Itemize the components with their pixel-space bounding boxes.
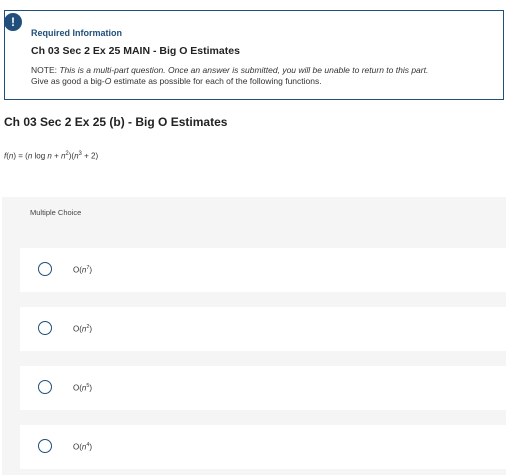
multiple-choice-label: Multiple Choice: [30, 208, 82, 217]
radio-button-icon[interactable]: [38, 439, 52, 453]
multiple-choice-panel: Multiple Choice O(n7) O(n2) O(n5) O(n4): [2, 197, 506, 475]
note-line2-a: Give as good a big-: [31, 76, 105, 86]
formula-tail: + 2): [81, 151, 99, 161]
choice-option-2[interactable]: O(n2): [20, 307, 506, 351]
function-formula: f(n) = (n log n + n2)(n3 + 2): [4, 151, 98, 161]
radio-button-icon[interactable]: [38, 380, 52, 394]
info-title: Ch 03 Sec 2 Ex 25 MAIN - Big O Estimates: [31, 45, 240, 57]
opt2-prefix: O(: [73, 324, 82, 334]
radio-button-icon[interactable]: [38, 262, 52, 276]
exclamation-icon: !: [4, 13, 22, 31]
required-info-box: ! Required Information Ch 03 Sec 2 Ex 25…: [4, 10, 504, 100]
opt1-prefix: O(: [73, 265, 82, 275]
choice-text-2: O(n2): [73, 324, 92, 334]
opt3-prefix: O(: [73, 383, 82, 393]
opt3-suffix: ): [89, 383, 93, 393]
info-note: NOTE: This is a multi-part question. Onc…: [31, 65, 501, 87]
opt1-suffix: ): [89, 265, 93, 275]
question-title: Ch 03 Sec 2 Ex 25 (b) - Big O Estimates: [4, 115, 228, 129]
choice-option-4[interactable]: O(n4): [20, 425, 506, 469]
opt4-suffix: ): [89, 442, 93, 452]
radio-button-icon[interactable]: [38, 321, 52, 335]
choice-text-3: O(n5): [73, 383, 92, 393]
choice-option-3[interactable]: O(n5): [20, 366, 506, 410]
opt4-prefix: O(: [73, 442, 82, 452]
formula-plus: +: [51, 151, 61, 161]
note-prefix: NOTE:: [31, 65, 60, 75]
choice-text-4: O(n4): [73, 442, 92, 452]
info-heading: Required Information: [31, 28, 123, 38]
choice-option-1[interactable]: O(n7): [20, 248, 506, 292]
formula-log: log: [32, 151, 48, 161]
note-italic: This is a multi-part question. Once an a…: [59, 65, 429, 75]
choice-text-1: O(n7): [73, 265, 92, 275]
opt2-suffix: ): [89, 324, 93, 334]
note-line2-b: estimate as possible for each of the fol…: [111, 76, 322, 86]
formula-eq: ) = (: [13, 151, 28, 161]
